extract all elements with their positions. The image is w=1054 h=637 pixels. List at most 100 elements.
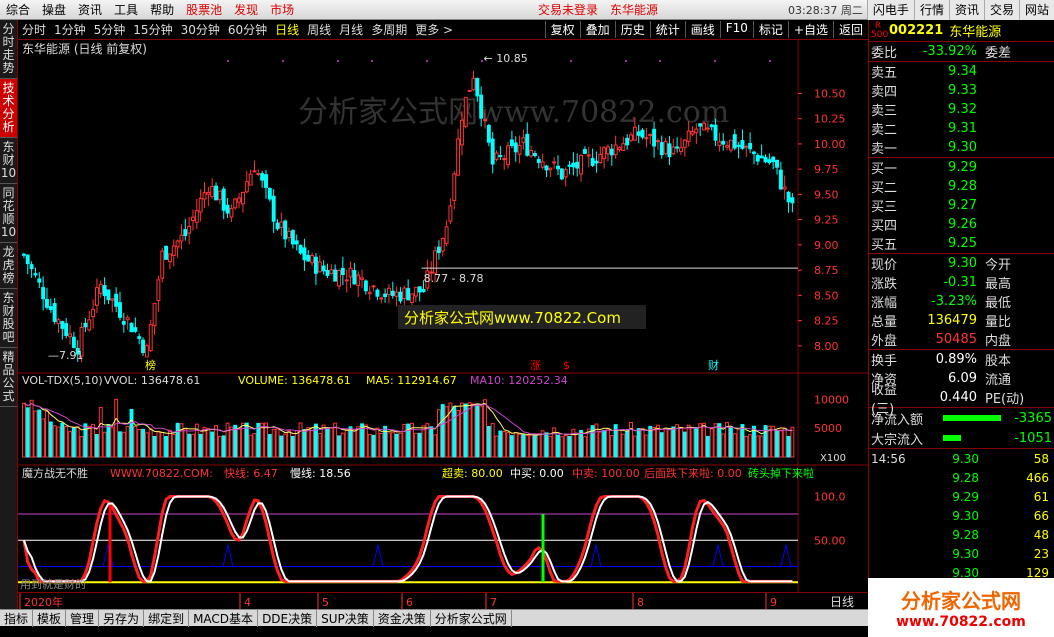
tool-7[interactable]: +自选 <box>787 21 833 38</box>
period-4[interactable]: 30分钟 <box>177 21 224 38</box>
vol-bar <box>625 430 630 458</box>
tool-1[interactable]: 叠加 <box>579 21 615 38</box>
period-2[interactable]: 5分钟 <box>90 21 130 38</box>
period-6[interactable]: 日线 <box>271 21 303 38</box>
tool-2[interactable]: 历史 <box>614 21 650 38</box>
candle-body <box>237 197 242 203</box>
candle-body <box>421 288 426 293</box>
period-0[interactable]: 分时 <box>18 21 50 38</box>
vol-bar <box>440 404 445 458</box>
price-label: 9.75 <box>814 163 839 176</box>
candle-body <box>433 250 438 274</box>
bottom-tab-2[interactable]: 管理 <box>66 609 100 627</box>
bottom-tab-3[interactable]: 另存为 <box>99 609 145 627</box>
bottom-tab-4[interactable]: 绑定到 <box>144 609 190 627</box>
period-5[interactable]: 60分钟 <box>224 21 271 38</box>
login-status[interactable]: 交易未登录 <box>532 1 604 18</box>
side-tab-6[interactable]: 精品公式 <box>0 348 17 407</box>
candle-body <box>45 298 49 308</box>
vol-bar <box>144 432 149 458</box>
vol-bar <box>25 407 30 458</box>
vol-bar <box>287 430 292 458</box>
period-7[interactable]: 周线 <box>303 21 335 38</box>
period-1[interactable]: 1分钟 <box>50 21 90 38</box>
side-tab-5[interactable]: 东财股吧 <box>0 289 17 348</box>
vol-bar <box>602 430 607 458</box>
top-button-3[interactable]: 交易 <box>983 0 1019 20</box>
bottom-tab-1[interactable]: 模板 <box>33 609 67 627</box>
price-label: 10.50 <box>814 87 846 100</box>
menu-item-1[interactable]: 操盘 <box>36 1 72 18</box>
menubar-stock: 东华能源 <box>610 3 659 17</box>
price-label: 8.25 <box>814 315 839 328</box>
top-button-0[interactable]: 闪电手 <box>866 0 914 20</box>
vol-bar <box>759 435 764 458</box>
bottom-tab-6[interactable]: DDE决策 <box>258 609 318 627</box>
side-tab-3[interactable]: 同花顺10 <box>0 184 17 243</box>
side-tab-4[interactable]: 龙虎榜 <box>0 243 17 289</box>
vol-bar <box>102 431 107 458</box>
vol-bar <box>417 432 422 458</box>
candle-body <box>775 159 779 168</box>
menu-item-2[interactable]: 资讯 <box>72 1 108 18</box>
bottom-tab-0[interactable]: 指标 <box>0 609 34 627</box>
candle-body <box>325 270 330 276</box>
bottom-tab-9[interactable]: 分析家公式网 <box>431 609 512 627</box>
period-9[interactable]: 多周期 <box>367 21 411 38</box>
side-tab-1[interactable]: 技术分析 <box>0 79 17 138</box>
buy-row-3: 买四 9.26 <box>871 217 977 234</box>
vol-bar <box>375 427 380 458</box>
bottom-tab-8[interactable]: 资金决策 <box>374 609 431 627</box>
vol-bar <box>202 426 207 458</box>
menu-item-6[interactable]: 发现 <box>228 1 264 18</box>
top-button-2[interactable]: 资讯 <box>948 0 984 20</box>
bottom-tab-7[interactable]: SUP决策 <box>317 609 374 627</box>
side-tab-2[interactable]: 东财10 <box>0 138 17 184</box>
candle-body <box>329 269 334 274</box>
vol-bar <box>141 428 145 458</box>
top-button-1[interactable]: 行情 <box>913 0 949 20</box>
ind-axis-label: 100.0 <box>814 491 846 504</box>
chart-area[interactable]: 分析家公式网www.70822.com 东华能源 (日线 前复权) 10.50 10.… <box>18 40 868 592</box>
candle-body <box>156 279 161 301</box>
vol-bar <box>782 427 787 458</box>
vol-bar <box>506 431 511 458</box>
menu-item-5[interactable]: 股票池 <box>180 1 228 18</box>
menu-item-3[interactable]: 工具 <box>108 1 144 18</box>
vol-bar <box>390 431 395 458</box>
menu-item-4[interactable]: 帮助 <box>144 1 180 18</box>
candle-body <box>194 210 199 223</box>
period-8[interactable]: 月线 <box>335 21 367 38</box>
tool-6[interactable]: 标记 <box>752 21 788 38</box>
period-3[interactable]: 15分钟 <box>129 21 176 38</box>
tool-3[interactable]: 统计 <box>649 21 685 38</box>
tool-4[interactable]: 画线 <box>684 21 720 38</box>
vol-bar <box>175 422 180 458</box>
date-label: 6 <box>406 596 413 609</box>
vol-bar <box>106 424 111 458</box>
candle-body <box>94 287 99 306</box>
vol-bar <box>279 435 284 458</box>
tool-5[interactable]: F10 <box>719 21 753 38</box>
candle-body <box>52 303 57 323</box>
sell-row-3: 卖二 9.31 <box>871 121 977 138</box>
candle-body <box>383 293 388 298</box>
ind-mid: 中买: 0.00 <box>510 467 564 480</box>
vol-bar <box>129 408 134 458</box>
stock-name: 东华能源 <box>949 25 1002 40</box>
vol-bar <box>321 424 326 458</box>
period-10[interactable]: 更多 > <box>411 21 457 38</box>
side-tab-0[interactable]: 分时走势 <box>0 20 17 79</box>
flow-row-0: 净流入额 -3365 <box>871 410 1052 428</box>
top-button-4[interactable]: 网站 <box>1018 0 1054 20</box>
candle-body <box>64 323 69 336</box>
tool-8[interactable]: 返回 <box>832 21 868 38</box>
bottom-tab-5[interactable]: MACD基本 <box>189 609 259 627</box>
menu-item-0[interactable]: 综合 <box>0 1 36 18</box>
vol-bar <box>152 435 157 458</box>
vol-bar <box>137 429 142 458</box>
menu-item-7[interactable]: 市场 <box>264 1 300 18</box>
tool-0[interactable]: 复权 <box>544 21 580 38</box>
candle-body <box>490 138 495 165</box>
candle-body <box>160 250 165 279</box>
